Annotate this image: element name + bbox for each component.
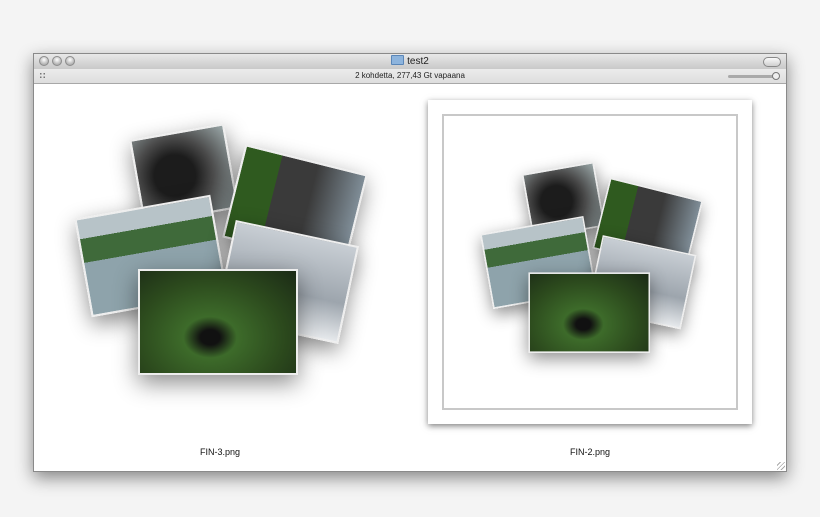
photo-thumb xyxy=(138,269,298,375)
toolbar-toggle-button[interactable] xyxy=(763,57,781,67)
file-label[interactable]: FIN-3.png xyxy=(160,447,280,457)
status-bar: 2 kohdetta, 277,43 Gt vapaana xyxy=(34,69,786,84)
icon-size-slider[interactable] xyxy=(728,72,780,80)
folder-icon xyxy=(391,55,405,65)
resize-grip[interactable] xyxy=(777,462,785,470)
window-title: test2 xyxy=(34,55,786,67)
icon-view: FIN-3.png FIN-2.png xyxy=(34,84,786,471)
slider-knob[interactable] xyxy=(772,72,780,80)
photo-thumb xyxy=(528,272,651,353)
finder-window: test2 2 kohdetta, 277,43 Gt vapaana FIN-… xyxy=(33,53,787,472)
file-label[interactable]: FIN-2.png xyxy=(530,447,650,457)
file-icon-fin-2[interactable] xyxy=(428,100,752,424)
title-bar[interactable]: test2 xyxy=(34,54,786,70)
file-icon-fin-3[interactable] xyxy=(74,123,368,384)
status-text: 2 kohdetta, 277,43 Gt vapaana xyxy=(355,71,465,80)
grid-icon xyxy=(39,72,46,79)
photo-collage xyxy=(480,161,704,360)
window-title-text: test2 xyxy=(407,56,429,67)
